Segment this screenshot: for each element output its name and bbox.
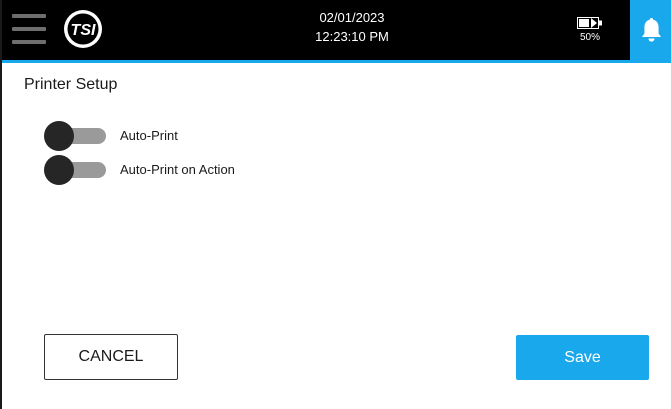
toggle-knob bbox=[44, 121, 74, 151]
bell-icon bbox=[642, 18, 661, 42]
tsi-logo: TSI bbox=[64, 10, 102, 48]
battery-status: 50% bbox=[572, 17, 608, 43]
notifications-button[interactable] bbox=[630, 0, 671, 60]
cancel-button[interactable]: CANCEL bbox=[44, 334, 178, 380]
auto-print-on-action-toggle[interactable] bbox=[44, 155, 106, 185]
auto-print-on-action-label: Auto-Print on Action bbox=[120, 162, 235, 177]
date-text: 02/01/2023 bbox=[319, 10, 385, 25]
header-accent-line bbox=[2, 60, 671, 63]
top-status-bar: TSI 02/01/2023 12:23:10 PM 50% bbox=[2, 0, 671, 60]
printer-setup-screen: TSI 02/01/2023 12:23:10 PM 50% Printer S… bbox=[0, 0, 671, 409]
date-time-display: 02/01/2023 12:23:10 PM bbox=[262, 8, 442, 46]
svg-text:TSI: TSI bbox=[71, 22, 96, 39]
battery-percent: 50% bbox=[579, 32, 600, 43]
auto-print-toggle[interactable] bbox=[44, 121, 106, 151]
auto-print-row: Auto-Print bbox=[44, 121, 304, 151]
page-title: Printer Setup bbox=[24, 76, 118, 93]
battery-icon bbox=[577, 17, 602, 29]
auto-print-on-action-row: Auto-Print on Action bbox=[44, 155, 304, 185]
save-button[interactable]: Save bbox=[516, 335, 649, 380]
toggle-knob bbox=[44, 155, 74, 185]
auto-print-label: Auto-Print bbox=[120, 128, 178, 143]
hamburger-menu-icon[interactable] bbox=[12, 14, 46, 44]
time-text: 12:23:10 PM bbox=[315, 29, 389, 44]
